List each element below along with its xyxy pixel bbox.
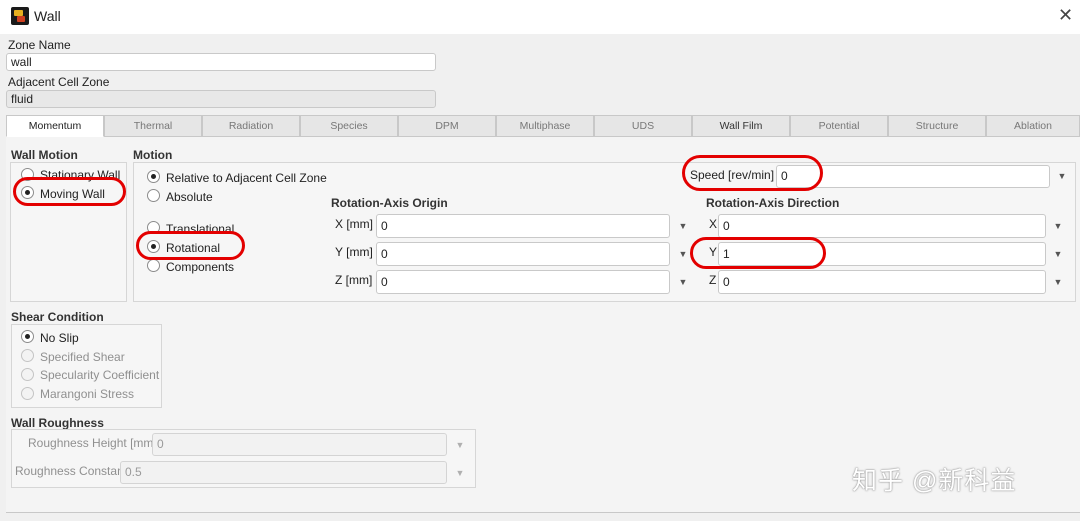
- shear-condition-title: Shear Condition: [11, 310, 104, 324]
- roughness-height-chevron-down-icon[interactable]: ▼: [454, 439, 466, 451]
- roughness-height-label: Roughness Height [mm]: [28, 436, 157, 450]
- direction-z-input[interactable]: 0: [718, 270, 1046, 294]
- specified-shear-radio[interactable]: [21, 349, 34, 362]
- origin-x-label: X [mm]: [335, 217, 373, 231]
- annotation-ring-moving-wall: [13, 177, 126, 206]
- roughness-height-input[interactable]: 0: [152, 433, 447, 456]
- zone-name-label: Zone Name: [8, 38, 71, 52]
- bottom-divider: [6, 512, 1080, 513]
- tab-multiphase[interactable]: Multiphase: [496, 115, 594, 137]
- annotation-ring-speed: [682, 155, 823, 191]
- roughness-constant-label: Roughness Constant: [15, 464, 128, 478]
- zone-name-input[interactable]: wall: [6, 53, 436, 71]
- origin-y-input[interactable]: 0: [376, 242, 670, 266]
- tab-species[interactable]: Species: [300, 115, 398, 137]
- window-title: Wall: [34, 8, 61, 24]
- direction-title: Rotation-Axis Direction: [706, 196, 840, 210]
- marangoni-radio[interactable]: [21, 387, 34, 400]
- annotation-ring-rotational: [136, 231, 245, 260]
- marangoni-label: Marangoni Stress: [40, 387, 135, 401]
- relative-radio[interactable]: [147, 170, 160, 183]
- relative-label: Relative to Adjacent Cell Zone: [166, 171, 327, 185]
- adjacent-cell-zone-field: fluid: [6, 90, 436, 108]
- title-bar: Wall ✕: [0, 0, 1080, 34]
- tab-uds[interactable]: UDS: [594, 115, 692, 137]
- speed-chevron-down-icon[interactable]: ▼: [1056, 170, 1068, 182]
- direction-z-label: Z: [709, 273, 717, 287]
- roughness-constant-input[interactable]: 0.5: [120, 461, 447, 484]
- direction-x-input[interactable]: 0: [718, 214, 1046, 238]
- tab-wall-film[interactable]: Wall Film: [692, 115, 790, 137]
- absolute-label: Absolute: [166, 190, 213, 204]
- origin-x-chevron-down-icon[interactable]: ▼: [677, 220, 689, 232]
- no-slip-radio[interactable]: [21, 330, 34, 343]
- origin-y-chevron-down-icon[interactable]: ▼: [677, 248, 689, 260]
- motion-title: Motion: [133, 148, 173, 162]
- tab-dpm[interactable]: DPM: [398, 115, 496, 137]
- wall-motion-title: Wall Motion: [11, 148, 78, 162]
- direction-x-label: X: [709, 217, 718, 231]
- origin-x-input[interactable]: 0: [376, 214, 670, 238]
- close-icon[interactable]: ✕: [1058, 5, 1073, 25]
- watermark: 知乎 @新科益: [852, 467, 1017, 495]
- tab-structure[interactable]: Structure: [888, 115, 986, 137]
- tab-ablation[interactable]: Ablation: [986, 115, 1080, 137]
- tab-potential[interactable]: Potential: [790, 115, 888, 137]
- no-slip-label: No Slip: [40, 331, 79, 345]
- fluent-app-icon: [11, 7, 29, 25]
- direction-y-chevron-down-icon[interactable]: ▼: [1052, 248, 1064, 260]
- specified-shear-label: Specified Shear: [40, 350, 125, 364]
- tab-radiation[interactable]: Radiation: [202, 115, 300, 137]
- absolute-radio[interactable]: [147, 189, 160, 202]
- specularity-radio[interactable]: [21, 368, 34, 381]
- components-radio[interactable]: [147, 259, 160, 272]
- direction-z-chevron-down-icon[interactable]: ▼: [1052, 276, 1064, 288]
- origin-z-label: Z [mm]: [335, 273, 373, 287]
- adjacent-cell-zone-label: Adjacent Cell Zone: [8, 75, 110, 89]
- origin-z-input[interactable]: 0: [376, 270, 670, 294]
- origin-y-label: Y [mm]: [335, 245, 373, 259]
- tab-bar: Momentum Thermal Radiation Species DPM M…: [6, 115, 1080, 137]
- wall-roughness-title: Wall Roughness: [11, 416, 104, 430]
- direction-x-chevron-down-icon[interactable]: ▼: [1052, 220, 1064, 232]
- tab-thermal[interactable]: Thermal: [104, 115, 202, 137]
- origin-title: Rotation-Axis Origin: [331, 196, 448, 210]
- specularity-label: Specularity Coefficient: [40, 368, 160, 382]
- annotation-ring-direction-y: [690, 237, 826, 269]
- roughness-constant-chevron-down-icon[interactable]: ▼: [454, 467, 466, 479]
- origin-z-chevron-down-icon[interactable]: ▼: [677, 276, 689, 288]
- tab-momentum[interactable]: Momentum: [6, 115, 104, 137]
- components-label: Components: [166, 260, 235, 274]
